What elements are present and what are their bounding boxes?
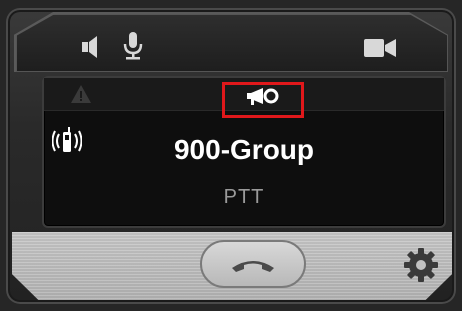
- bottom-bar: [12, 232, 452, 300]
- hangup-icon: [232, 261, 274, 272]
- mode-label: PTT: [223, 186, 265, 208]
- highlight-box: [222, 82, 304, 118]
- group-name: 900-Group: [173, 134, 315, 165]
- display-screen: 900-Group PTT: [42, 76, 446, 228]
- hangup-button[interactable]: [200, 240, 306, 288]
- warning-icon: [71, 85, 91, 103]
- microphone-icon[interactable]: [121, 31, 145, 61]
- top-bar: [16, 14, 448, 72]
- gear-icon[interactable]: [402, 246, 440, 284]
- speaker-icon[interactable]: [81, 35, 107, 59]
- radio-device: 900-Group PTT: [0, 0, 462, 311]
- video-camera-icon[interactable]: [363, 37, 397, 59]
